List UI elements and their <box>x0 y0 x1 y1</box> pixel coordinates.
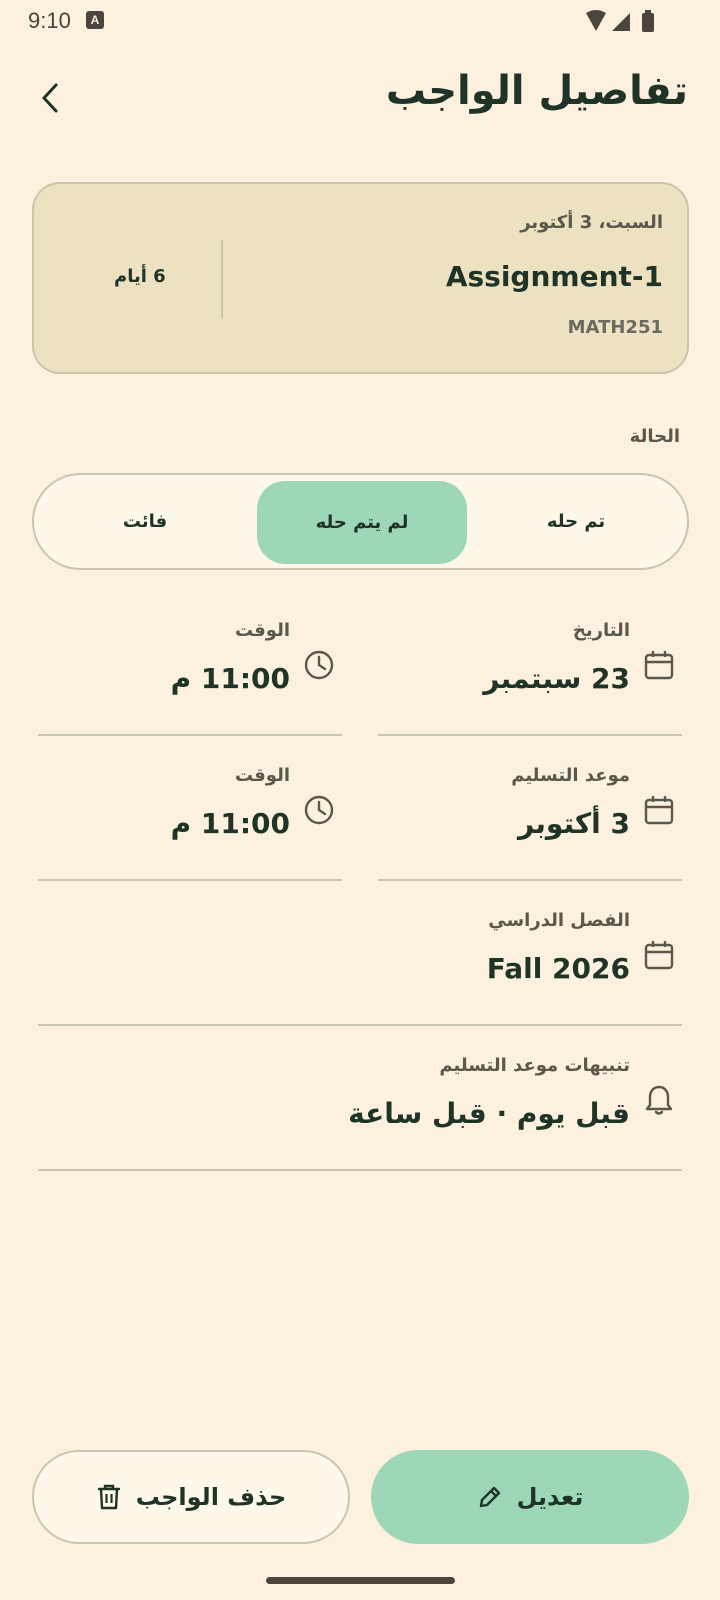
due-date-field[interactable]: موعد التسليم 3 أكتوبر <box>378 755 682 881</box>
reminders-label: تنبيهات موعد التسليم <box>439 1055 630 1076</box>
trash-icon <box>97 1484 120 1510</box>
reminders-field[interactable]: تنبيهات موعد التسليم قبل يوم · قبل ساعة <box>38 1045 682 1171</box>
semester-label: الفصل الدراسي <box>488 910 630 931</box>
semester-field[interactable]: الفصل الدراسي Fall 2026 <box>38 900 682 1026</box>
reminders-underline <box>38 1169 682 1171</box>
summary-date: السبت، 3 أكتوبر <box>520 212 663 233</box>
card-divider <box>221 240 223 318</box>
delete-assignment-button[interactable]: حذف الواجب <box>32 1450 350 1544</box>
system-status-icons <box>586 10 654 32</box>
wifi-icon <box>586 10 606 31</box>
clock-icon <box>304 650 334 680</box>
calendar-icon <box>644 941 674 970</box>
calendar-icon <box>644 651 674 680</box>
date-value: 23 سبتمبر <box>483 662 630 695</box>
battery-icon <box>642 13 654 32</box>
page-title: تفاصيل الواجب <box>385 68 688 114</box>
notification-icon: A <box>86 11 104 29</box>
due-time-value: 11:00 م <box>170 807 290 840</box>
date-underline <box>378 734 682 736</box>
due-time-field[interactable]: الوقت 11:00 م <box>38 755 342 881</box>
date-label: التاريخ <box>572 620 630 641</box>
signal-icon <box>612 13 630 31</box>
pencil-icon <box>479 1486 500 1508</box>
chevron-left-icon <box>42 83 58 113</box>
due-time-underline <box>38 879 342 881</box>
reminders-value: قبل يوم · قبل ساعة <box>348 1097 630 1130</box>
status-time: 9:10 <box>28 8 71 33</box>
due-date-value: 3 أكتوبر <box>517 807 630 840</box>
calendar-icon <box>644 796 674 825</box>
course-code: MATH251 <box>567 317 663 338</box>
semester-underline <box>38 1024 682 1026</box>
assignment-name: Assignment-1 <box>445 260 663 293</box>
edit-button-label: تعديل <box>516 1483 584 1511</box>
due-date-underline <box>378 879 682 881</box>
date-time-label: الوقت <box>234 620 290 641</box>
home-indicator[interactable] <box>266 1577 455 1584</box>
edit-button[interactable]: تعديل <box>371 1450 689 1544</box>
status-segmented-control: تم حله لم يتم حله فائت <box>32 473 689 570</box>
bell-icon <box>645 1085 673 1115</box>
semester-value: Fall 2026 <box>486 952 630 985</box>
days-remaining: 6 أيام <box>114 266 166 287</box>
status-option-missed[interactable]: فائت <box>40 475 250 568</box>
status-option-not-done[interactable]: لم يتم حله <box>257 481 467 564</box>
due-date-label: موعد التسليم <box>511 765 630 786</box>
date-time-value: 11:00 م <box>170 662 290 695</box>
clock-icon <box>304 795 334 825</box>
assignment-summary-card: السبت، 3 أكتوبر Assignment-1 MATH251 6 أ… <box>32 182 689 374</box>
date-time-field[interactable]: الوقت 11:00 م <box>38 610 342 736</box>
status-label: الحالة <box>629 426 680 447</box>
delete-button-label: حذف الواجب <box>135 1483 287 1511</box>
status-option-done[interactable]: تم حله <box>471 475 681 568</box>
back-button[interactable] <box>28 74 72 122</box>
due-time-label: الوقت <box>234 765 290 786</box>
date-time-underline <box>38 734 342 736</box>
date-field[interactable]: التاريخ 23 سبتمبر <box>378 610 682 736</box>
